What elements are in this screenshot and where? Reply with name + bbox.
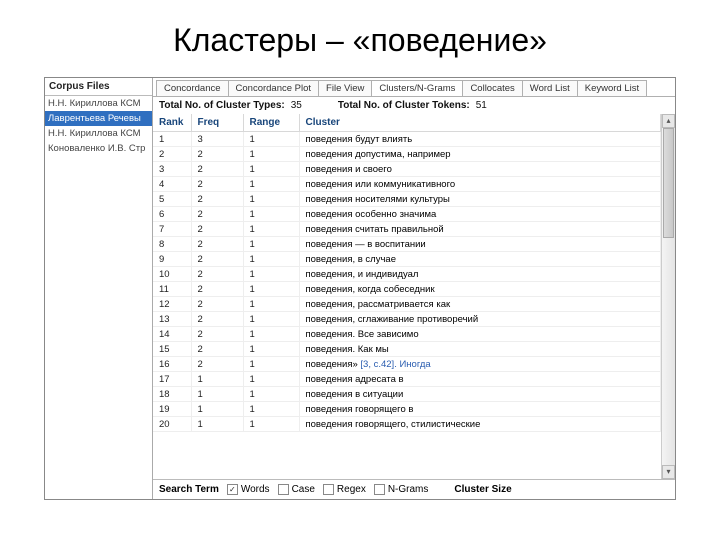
- search-bar: Search Term ✓ Words Case Regex: [153, 479, 675, 499]
- app-window: Corpus Files Н.Н. Кириллова КСМЛаврентье…: [44, 77, 676, 500]
- cluster-cell: поведения» [3, с.42]. Иногда: [299, 357, 661, 372]
- corpus-file-item[interactable]: Н.Н. Кириллова КСМ: [45, 96, 152, 111]
- table-row[interactable]: 1521поведения. Как мы: [153, 342, 661, 357]
- tab-clusters-n-grams[interactable]: Clusters/N-Grams: [371, 80, 463, 96]
- cluster-tokens-value: 51: [476, 100, 487, 111]
- results-table: Rank Freq Range Cluster 131поведения буд…: [153, 114, 661, 432]
- totals-row: Total No. of Cluster Types: 35 Total No.…: [153, 97, 675, 114]
- corpus-file-item[interactable]: Н.Н. Кириллова КСМ: [45, 126, 152, 141]
- table-row[interactable]: 421поведения или коммуникативного: [153, 177, 661, 192]
- cluster-cell: поведения и своего: [299, 162, 661, 177]
- words-checkbox[interactable]: ✓ Words: [227, 484, 270, 495]
- tab-concordance-plot[interactable]: Concordance Plot: [228, 80, 320, 96]
- col-freq[interactable]: Freq: [191, 114, 243, 132]
- cluster-cell: поведения носителями культуры: [299, 192, 661, 207]
- slide-title: Кластеры – «поведение»: [0, 0, 720, 77]
- table-row[interactable]: 321поведения и своего: [153, 162, 661, 177]
- cluster-cell: поведения считать правильной: [299, 222, 661, 237]
- corpus-files-list[interactable]: Н.Н. Кириллова КСМЛаврентьева РечевыН.Н.…: [45, 95, 152, 499]
- table-row[interactable]: 1911поведения говорящего в: [153, 402, 661, 417]
- ngrams-checkbox[interactable]: N-Grams: [374, 484, 429, 495]
- tab-collocates[interactable]: Collocates: [462, 80, 522, 96]
- table-row[interactable]: 721поведения считать правильной: [153, 222, 661, 237]
- corpus-file-item[interactable]: Лаврентьева Речевы: [45, 111, 152, 126]
- cluster-cell: поведения особенно значима: [299, 207, 661, 222]
- scroll-down-button[interactable]: ▾: [662, 465, 675, 479]
- cluster-cell: поведения, сглаживание противоречий: [299, 312, 661, 327]
- col-cluster[interactable]: Cluster: [299, 114, 661, 132]
- regex-checkbox[interactable]: Regex: [323, 484, 366, 495]
- cluster-types-label: Total No. of Cluster Types:: [159, 100, 285, 111]
- ngrams-label: N-Grams: [388, 484, 429, 495]
- table-row[interactable]: 1221поведения, рассматривается как: [153, 297, 661, 312]
- vertical-scrollbar[interactable]: ▴ ▾: [661, 114, 675, 479]
- cluster-cell: поведения, и индивидуал: [299, 267, 661, 282]
- table-row[interactable]: 1321поведения, сглаживание противоречий: [153, 312, 661, 327]
- cluster-cell: поведения допустима, например: [299, 147, 661, 162]
- table-row[interactable]: 1021поведения, и индивидуал: [153, 267, 661, 282]
- cluster-cell: поведения. Как мы: [299, 342, 661, 357]
- cluster-cell: поведения говорящего, стилистические: [299, 417, 661, 432]
- table-row[interactable]: 821поведения — в воспитании: [153, 237, 661, 252]
- case-label: Case: [292, 484, 315, 495]
- cluster-cell: поведения — в воспитании: [299, 237, 661, 252]
- tab-word-list[interactable]: Word List: [522, 80, 578, 96]
- cluster-cell: поведения в ситуации: [299, 387, 661, 402]
- tab-bar: ConcordanceConcordance PlotFile ViewClus…: [153, 78, 675, 96]
- cluster-cell: поведения или коммуникативного: [299, 177, 661, 192]
- table-row[interactable]: 621поведения особенно значима: [153, 207, 661, 222]
- col-rank[interactable]: Rank: [153, 114, 191, 132]
- results-table-wrap: Rank Freq Range Cluster 131поведения буд…: [153, 114, 661, 479]
- scroll-thumb[interactable]: [663, 128, 674, 238]
- table-row[interactable]: 1621поведения» [3, с.42]. Иногда: [153, 357, 661, 372]
- scroll-up-button[interactable]: ▴: [662, 114, 675, 128]
- table-row[interactable]: 521поведения носителями культуры: [153, 192, 661, 207]
- scroll-track[interactable]: [662, 128, 675, 465]
- cluster-cell: поведения, рассматривается как: [299, 297, 661, 312]
- search-term-label: Search Term: [159, 484, 219, 495]
- cluster-types-value: 35: [291, 100, 302, 111]
- cluster-cell: поведения говорящего в: [299, 402, 661, 417]
- cluster-cell: поведения будут влиять: [299, 132, 661, 147]
- cluster-size-label: Cluster Size: [454, 484, 511, 495]
- case-checkbox[interactable]: Case: [278, 484, 315, 495]
- words-label: Words: [241, 484, 270, 495]
- col-range[interactable]: Range: [243, 114, 299, 132]
- table-row[interactable]: 1121поведения, когда собеседник: [153, 282, 661, 297]
- table-row[interactable]: 2011поведения говорящего, стилистические: [153, 417, 661, 432]
- table-row[interactable]: 1811поведения в ситуации: [153, 387, 661, 402]
- main-pane: ConcordanceConcordance PlotFile ViewClus…: [153, 78, 675, 499]
- table-row[interactable]: 221поведения допустима, например: [153, 147, 661, 162]
- cluster-cell: поведения. Все зависимо: [299, 327, 661, 342]
- corpus-file-item[interactable]: Коноваленко И.В. Стр: [45, 141, 152, 156]
- tab-concordance[interactable]: Concordance: [156, 80, 229, 96]
- corpus-files-pane: Corpus Files Н.Н. Кириллова КСМЛаврентье…: [45, 78, 153, 499]
- tab-keyword-list[interactable]: Keyword List: [577, 80, 647, 96]
- regex-label: Regex: [337, 484, 366, 495]
- table-row[interactable]: 1421поведения. Все зависимо: [153, 327, 661, 342]
- cluster-cell: поведения адресата в: [299, 372, 661, 387]
- corpus-files-header: Corpus Files: [45, 78, 152, 95]
- cluster-cell: поведения, когда собеседник: [299, 282, 661, 297]
- tab-file-view[interactable]: File View: [318, 80, 372, 96]
- cluster-tokens-label: Total No. of Cluster Tokens:: [338, 100, 470, 111]
- table-row[interactable]: 921поведения, в случае: [153, 252, 661, 267]
- table-row[interactable]: 1711поведения адресата в: [153, 372, 661, 387]
- cluster-cell: поведения, в случае: [299, 252, 661, 267]
- table-row[interactable]: 131поведения будут влиять: [153, 132, 661, 147]
